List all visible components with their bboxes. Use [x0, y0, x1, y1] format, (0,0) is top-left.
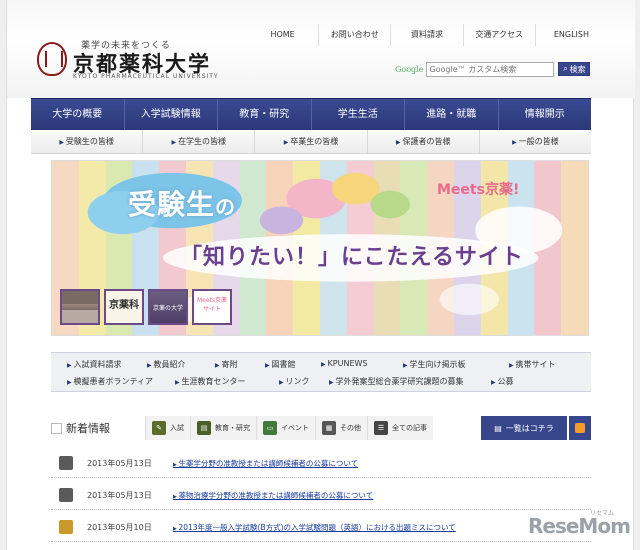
quick-link[interactable]: 寄附 [215, 359, 238, 370]
news-tab-admissions[interactable]: ✎ 入試 [145, 416, 190, 440]
page-background: 薬学の未来をつくる 京都薬科大学 KYOTO PHARMACEUTICAL UN… [0, 0, 640, 550]
news-section-title: 新着情報 [51, 420, 110, 436]
search-input[interactable] [426, 61, 555, 77]
news-list-button[interactable]: ▤ 一覧はコチラ [481, 416, 567, 440]
news-header: 新着情報 ✎ 入試 ▤ 教育・研究 ▭ イベント ▦ その他 ☰ 全ての記事 ▤… [51, 416, 591, 442]
banner-thumbnail-site[interactable]: Meets京薬 サイト [192, 289, 232, 325]
banner-title-main: 受験生の [128, 188, 237, 221]
banner-thumbnail-video[interactable]: 京薬の大学 [148, 289, 188, 325]
site-container: 薬学の未来をつくる 京都薬科大学 KYOTO PHARMACEUTICAL UN… [6, 0, 635, 550]
banner-thumbnail-logo[interactable]: 京薬科 [104, 289, 144, 325]
search-button-label: 検索 [569, 64, 586, 74]
main-nav-careers[interactable]: 進路・就職 [404, 99, 498, 130]
utility-nav-access[interactable]: 交通アクセス [462, 24, 535, 46]
main-nav-student-life[interactable]: 学生生活 [310, 99, 405, 130]
news-category-icon [59, 520, 73, 534]
search-button[interactable]: ⌕ 検索 [558, 62, 591, 76]
audience-nav-parents[interactable]: 保護者の皆様 [366, 130, 479, 153]
quick-link[interactable]: リンク [279, 376, 310, 387]
quick-link[interactable]: 学外発案型総合薬学研究課題の募集 [329, 376, 464, 387]
news-item: 2013年05月10日 2013年度一般入学試験(B方式)の入学試験問題（英語）… [51, 514, 591, 542]
banner-brand: Meets京薬! [437, 182, 520, 198]
banner-title-sub: 「知りたい！」にこたえるサイト [180, 245, 524, 270]
news-link[interactable]: 2013年度一般入学試験(B方式)の入学試験問題（英語）における出題ミスについて [173, 522, 455, 533]
news-link[interactable]: 薬物治療学分野の准教授または講師候補者の公募について [173, 490, 373, 501]
news-item: 2013年05月13日 生薬学分野の准教授または講師候補者の公募について [51, 450, 591, 478]
quick-link[interactable]: 生涯教育センター [175, 376, 246, 387]
grid-icon: ▦ [322, 421, 336, 435]
site-search: Google ⌕ 検索 [395, 60, 605, 78]
news-tab-education-research[interactable]: ▤ 教育・研究 [190, 416, 256, 440]
news-date: 2013年05月13日 [87, 459, 152, 468]
search-icon: ⌕ [563, 64, 568, 73]
news-category-icon [59, 456, 73, 470]
quick-link[interactable]: 学生向け掲示板 [403, 359, 466, 370]
quick-link[interactable]: 公募 [491, 376, 514, 387]
audience-nav-applicants[interactable]: 受験生の皆様 [31, 130, 142, 153]
news-link[interactable]: 生薬学分野の准教授または講師候補者の公募について [173, 458, 358, 469]
main-nav: 大学の概要 入学試験情報 教育・研究 学生生活 進路・就職 情報開示 [31, 98, 591, 130]
utility-nav-home[interactable]: HOME [247, 24, 318, 46]
hero-banner[interactable]: 受験生の Meets京薬! 「知りたい！」にこたえるサイト 京薬科 京薬の大学 … [51, 160, 589, 336]
banner-thumbnails: 京薬科 京薬の大学 Meets京薬 サイト [60, 289, 232, 325]
news-date: 2013年05月13日 [87, 491, 152, 500]
utility-nav-contact[interactable]: お問い合わせ [318, 24, 390, 46]
main-nav-disclosure[interactable]: 情報開示 [497, 99, 592, 130]
main-nav-education-research[interactable]: 教育・研究 [217, 99, 311, 130]
resemom-watermark: ReseMom リセマム [528, 510, 631, 538]
audience-nav-students[interactable]: 在学生の皆様 [142, 130, 254, 153]
news-tab-other[interactable]: ▦ その他 [315, 416, 367, 440]
main-nav-about[interactable]: 大学の概要 [31, 99, 124, 130]
audience-nav: 受験生の皆様 在学生の皆様 卒業生の皆様 保護者の皆様 一般の皆様 [31, 130, 591, 154]
utility-nav-request-materials[interactable]: 資料請求 [390, 24, 462, 46]
banner-thumbnail-campus[interactable] [60, 289, 100, 325]
quick-link[interactable]: 携帯サイト [509, 359, 556, 370]
quick-link[interactable]: 入試資料請求 [67, 359, 122, 370]
quick-link[interactable]: 模擬患者ボランティア [67, 376, 154, 387]
audience-nav-general[interactable]: 一般の皆様 [478, 130, 591, 153]
rss-button[interactable] [569, 416, 591, 440]
news-category-tabs: ✎ 入試 ▤ 教育・研究 ▭ イベント ▦ その他 ☰ 全ての記事 [145, 416, 433, 440]
quick-link[interactable]: 教員紹介 [147, 359, 186, 370]
news-item: 2013年05月13日 薬物治療学分野の准教授または講師候補者の公募について [51, 482, 591, 510]
utility-nav-english[interactable]: ENGLISH [534, 24, 607, 46]
main-nav-admissions[interactable]: 入学試験情報 [123, 99, 218, 130]
news-category-icon [59, 488, 73, 502]
list-icon: ☰ [374, 421, 388, 435]
news-date: 2013年05月10日 [87, 523, 152, 532]
news-tab-all[interactable]: ☰ 全ての記事 [367, 416, 433, 440]
quick-links: 入試資料請求 教員紹介 寄附 図書館 KPUNEWS 学生向け掲示板 携帯サイト… [51, 352, 591, 392]
utility-nav: HOME お問い合わせ 資料請求 交通アクセス ENGLISH [247, 24, 607, 46]
rss-icon [575, 423, 585, 433]
google-logo: Google [395, 64, 424, 74]
news-tab-events[interactable]: ▭ イベント [256, 416, 315, 440]
university-seal-icon [37, 42, 67, 76]
chat-icon: ▭ [263, 421, 277, 435]
university-logo[interactable]: 薬学の未来をつくる 京都薬科大学 KYOTO PHARMACEUTICAL UN… [37, 38, 227, 84]
book-icon: ▤ [197, 421, 211, 435]
quick-link[interactable]: 図書館 [265, 359, 296, 370]
quick-link[interactable]: KPUNEWS [321, 359, 368, 368]
logo-university-name-en: KYOTO PHARMACEUTICAL UNIVERSITY [73, 73, 219, 80]
pencil-icon: ✎ [152, 421, 166, 435]
audience-nav-alumni[interactable]: 卒業生の皆様 [254, 130, 366, 153]
document-icon: ▤ [494, 423, 502, 433]
